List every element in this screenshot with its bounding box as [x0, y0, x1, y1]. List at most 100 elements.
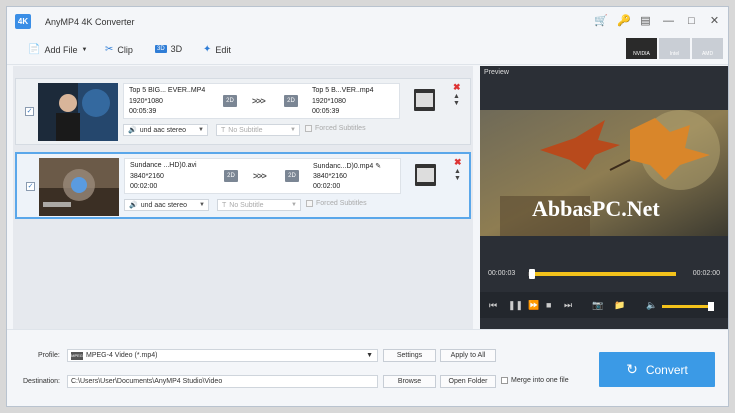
convert-label: Convert: [645, 362, 688, 377]
chevron-down-icon: ▼: [199, 202, 205, 208]
volume-icon[interactable]: 🔈: [646, 301, 657, 310]
output-resolution: 1920*1080: [312, 98, 346, 105]
chevron-down-icon: ▼: [81, 46, 88, 53]
chat-icon[interactable]: ▤: [640, 16, 651, 27]
output-duration: 00:05:39: [312, 108, 340, 115]
output-filename: Top 5 B...VER..mp4: [312, 87, 374, 94]
remove-icon[interactable]: ✖: [453, 82, 461, 93]
browse-button[interactable]: Browse: [383, 375, 436, 388]
forced-subtitles-checkbox[interactable]: Forced Subtitles: [306, 200, 367, 207]
audio-track-select[interactable]: 🔊 und aac stereo ▼: [123, 124, 208, 136]
clip-button[interactable]: ✂ Clip: [105, 44, 133, 55]
checkbox-box[interactable]: [306, 200, 313, 207]
seek-progress: [530, 272, 676, 276]
subtitle-select[interactable]: T No Subtitle ▼: [216, 124, 300, 136]
subtitle-label: No Subtitle: [228, 127, 263, 134]
merge-checkbox[interactable]: Merge into one file: [501, 377, 569, 384]
nvidia-accel-button[interactable]: NVIDIA: [626, 38, 657, 59]
skip-back-icon[interactable]: ⏮: [489, 301, 497, 310]
destination-input[interactable]: C:\Users\User\Documents\AnyMP4 Studio\Vi…: [67, 375, 378, 388]
app-logo: 4K: [15, 14, 31, 29]
3d-label: 3D: [170, 44, 183, 54]
add-file-label: Add File: [44, 44, 78, 55]
profile-select[interactable]: MPEG MPEG-4 Video (*.mp4) ▼: [67, 349, 378, 362]
scissors-icon: ✂: [105, 44, 114, 55]
convert-arrows: >>>: [253, 171, 267, 181]
input-filename: Sundance ...HD)0.avi: [130, 162, 197, 169]
toolbar: 📄 Add File ▼ ✂ Clip 3D 3D ✦ Edit NVIDIA …: [7, 35, 728, 65]
input-duration: 00:02:00: [130, 183, 158, 190]
chevron-down-icon: ▼: [290, 127, 296, 133]
list-item-selected[interactable]: ✓ Sundance ...HD)0.avi 3840*2160 00:02:0…: [15, 152, 471, 219]
subtitle-label: No Subtitle: [229, 202, 264, 209]
volume-slider[interactable]: [662, 302, 715, 311]
maximize-icon[interactable]: □: [686, 16, 697, 27]
checkbox-box[interactable]: [305, 125, 312, 132]
key-icon[interactable]: 🔑: [617, 16, 631, 27]
convert-button[interactable]: ↻ Convert: [599, 352, 715, 387]
preview-label: Preview: [484, 69, 509, 76]
open-folder-button[interactable]: Open Folder: [440, 375, 496, 388]
checkbox-box[interactable]: [501, 377, 508, 384]
title-bar: 4K AnyMP4 4K Converter 🛒 🔑 ▤ — □ ✕: [7, 7, 728, 35]
speaker-icon: 🔊: [128, 127, 137, 134]
skip-forward-icon[interactable]: ⏭: [564, 301, 572, 310]
minimize-icon[interactable]: —: [663, 16, 674, 27]
volume-handle[interactable]: [708, 302, 715, 311]
3d-button[interactable]: 3D 3D: [155, 44, 182, 54]
edit-label: Edit: [215, 44, 231, 55]
forced-subtitles-checkbox[interactable]: Forced Subtitles: [305, 125, 366, 132]
audio-track-label: und aac stereo: [139, 127, 187, 134]
close-icon[interactable]: ✕: [709, 16, 720, 27]
pause-icon[interactable]: ❚❚: [508, 301, 523, 310]
cart-icon[interactable]: 🛒: [594, 16, 608, 27]
input-2d-badge: 2D: [223, 95, 237, 107]
subtitle-select[interactable]: T No Subtitle ▼: [217, 199, 301, 211]
output-filename-text: Sundanc...D)0.mp4: [313, 163, 374, 170]
snapshot-icon[interactable]: 📷: [592, 301, 603, 310]
folder-icon[interactable]: 📁: [614, 301, 625, 310]
output-format-icon[interactable]: [415, 164, 436, 186]
speaker-icon: 🔊: [129, 202, 138, 209]
edit-button[interactable]: ✦ Edit: [203, 44, 231, 55]
preview-video[interactable]: AbbasPC.Net: [480, 110, 728, 236]
settings-button[interactable]: Settings: [383, 349, 436, 362]
item-checkbox[interactable]: ✓: [25, 107, 34, 116]
pencil-icon[interactable]: ✎: [375, 163, 381, 170]
audio-track-label: und aac stereo: [140, 202, 188, 209]
amd-accel-button[interactable]: AMD: [692, 38, 723, 59]
intel-accel-button[interactable]: Intel: [659, 38, 690, 59]
profile-label: Profile:: [38, 352, 60, 359]
output-filename: Sundanc...D)0.mp4 ✎: [313, 162, 381, 170]
output-2d-badge: 2D: [285, 170, 299, 182]
file-info: Sundance ...HD)0.avi 3840*2160 00:02:00 …: [124, 158, 401, 194]
seek-slider[interactable]: [528, 269, 676, 279]
video-thumbnail[interactable]: [39, 158, 119, 216]
remove-icon[interactable]: ✖: [454, 157, 462, 168]
item-checkbox[interactable]: ✓: [26, 182, 35, 191]
audio-track-select[interactable]: 🔊 und aac stereo ▼: [124, 199, 209, 211]
fast-forward-icon[interactable]: ⏩: [528, 301, 539, 310]
list-item[interactable]: ✓ Top 5 BIG... EVER..MP4 1920*1080 00:05…: [15, 78, 471, 145]
move-down-icon[interactable]: ▼: [454, 175, 461, 182]
move-up-icon[interactable]: ▲: [453, 93, 460, 100]
current-time: 00:00:03: [488, 270, 516, 277]
stop-icon[interactable]: ■: [546, 301, 551, 310]
3d-icon: 3D: [155, 45, 167, 53]
seek-handle[interactable]: [528, 269, 535, 279]
move-up-icon[interactable]: ▲: [454, 168, 461, 175]
file-info: Top 5 BIG... EVER..MP4 1920*1080 00:05:3…: [123, 83, 400, 119]
total-time: 00:02:00: [692, 270, 720, 277]
output-duration: 00:02:00: [313, 183, 341, 190]
add-file-button[interactable]: 📄 Add File ▼: [28, 44, 87, 55]
video-thumbnail[interactable]: [38, 83, 118, 141]
mpeg-icon: MPEG: [71, 352, 83, 360]
destination-label: Destination:: [23, 378, 60, 385]
watermark-text: AbbasPC.Net: [532, 196, 660, 221]
apply-to-all-button[interactable]: Apply to All: [440, 349, 496, 362]
output-format-icon[interactable]: [414, 89, 435, 111]
clip-label: Clip: [117, 44, 133, 55]
subtitle-icon: T: [222, 202, 227, 209]
move-down-icon[interactable]: ▼: [453, 100, 460, 107]
input-2d-badge: 2D: [224, 170, 238, 182]
